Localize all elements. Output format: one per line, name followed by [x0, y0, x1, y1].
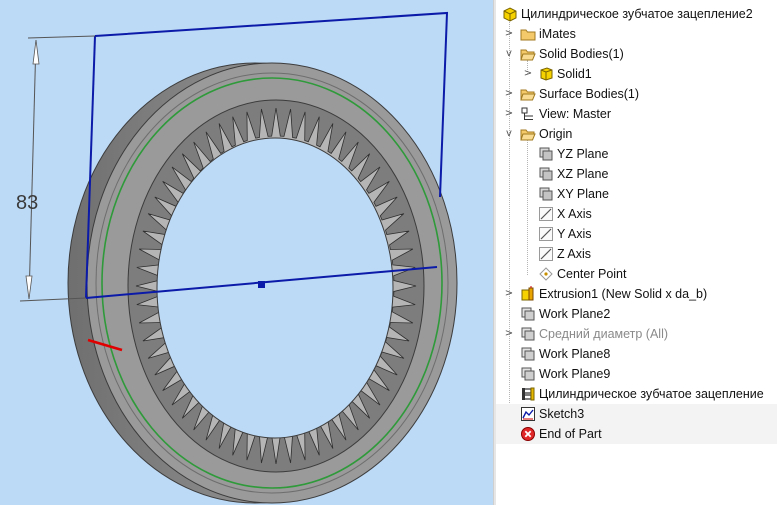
browser-item[interactable]: Work Plane2: [496, 304, 777, 324]
browser-item[interactable]: Sketch3: [496, 404, 777, 424]
browser-item[interactable]: YZ Plane: [496, 144, 777, 164]
collapse-chevron-icon[interactable]: v: [503, 124, 515, 144]
browser-item-label: Solid1: [557, 67, 592, 81]
browser-item-label: Цилиндрическое зубчатое зацепление2: [521, 7, 753, 21]
model-browser[interactable]: Цилиндрическое зубчатое зацепление2 > iMat…: [496, 0, 777, 505]
browser-item-label: XZ Plane: [557, 167, 609, 181]
browser-item-label: iMates: [539, 27, 576, 41]
browser-item[interactable]: > Extrusion1 (New Solid x da_b): [496, 284, 777, 304]
view-icon: [520, 106, 536, 122]
browser-item[interactable]: v Solid Bodies(1): [496, 44, 777, 64]
part-icon: [502, 6, 518, 22]
browser-item-label: Work Plane8: [539, 347, 611, 361]
browser-item-label: Center Point: [557, 267, 627, 281]
expand-chevron-icon[interactable]: >: [522, 64, 534, 84]
browser-item[interactable]: > Surface Bodies(1): [496, 84, 777, 104]
sketch-midpoint[interactable]: [258, 281, 265, 288]
dimension-extension-top: [27, 35, 96, 39]
browser-item-label: Origin: [539, 127, 573, 141]
browser-item-label: X Axis: [557, 207, 592, 221]
folder-open-icon: [520, 46, 536, 62]
expand-chevron-icon[interactable]: >: [503, 104, 515, 124]
browser-item[interactable]: Цилиндрическое зубчатое зацепление: [496, 384, 777, 404]
browser-item[interactable]: Work Plane8: [496, 344, 777, 364]
browser-item[interactable]: Цилиндрическое зубчатое зацепление2: [496, 4, 777, 24]
axis-icon: [538, 206, 554, 222]
solid-body-icon: [538, 66, 554, 82]
work-plane-icon: [520, 306, 536, 322]
browser-item-label: Цилиндрическое зубчатое зацепление: [539, 387, 764, 401]
axis-icon: [538, 226, 554, 242]
browser-item-label: Work Plane2: [539, 307, 611, 321]
browser-item[interactable]: X Axis: [496, 204, 777, 224]
browser-item-label: Y Axis: [557, 227, 592, 241]
end-of-part-icon: [520, 426, 536, 442]
point-icon: [538, 266, 554, 282]
folder-icon: [520, 26, 536, 42]
expand-chevron-icon[interactable]: >: [503, 324, 515, 344]
expand-chevron-icon[interactable]: >: [503, 24, 515, 44]
browser-item[interactable]: v Origin: [496, 124, 777, 144]
browser-item[interactable]: > Средний диаметр (All): [496, 324, 777, 344]
browser-item[interactable]: Work Plane9: [496, 364, 777, 384]
plane-icon: [538, 186, 554, 202]
folder-open-icon: [520, 86, 536, 102]
browser-item-label: View: Master: [539, 107, 612, 121]
browser-item[interactable]: > View: Master: [496, 104, 777, 124]
browser-item[interactable]: XZ Plane: [496, 164, 777, 184]
dimension-value[interactable]: 83: [16, 192, 38, 215]
expand-chevron-icon[interactable]: >: [503, 284, 515, 304]
browser-item[interactable]: End of Part: [496, 424, 777, 444]
plane-icon: [538, 166, 554, 182]
browser-item[interactable]: Center Point: [496, 264, 777, 284]
browser-item-label: XY Plane: [557, 187, 609, 201]
model-canvas[interactable]: [0, 0, 493, 505]
browser-item-label: Work Plane9: [539, 367, 611, 381]
expand-chevron-icon[interactable]: >: [503, 84, 515, 104]
plane-icon: [538, 146, 554, 162]
work-plane-icon: [520, 346, 536, 362]
browser-item[interactable]: > Solid1: [496, 64, 777, 84]
browser-item[interactable]: Z Axis: [496, 244, 777, 264]
graphics-viewport[interactable]: 83: [0, 0, 493, 505]
collapse-chevron-icon[interactable]: v: [503, 44, 515, 64]
browser-item-label: Solid Bodies(1): [539, 47, 624, 61]
browser-item-label: Z Axis: [557, 247, 592, 261]
browser-item-label: Средний диаметр (All): [539, 327, 669, 341]
folder-open-icon: [520, 126, 536, 142]
browser-item[interactable]: > iMates: [496, 24, 777, 44]
dimension-line: [28, 39, 37, 300]
dimension-arrow-bottom: [25, 275, 33, 300]
browser-item-label: End of Part: [539, 427, 602, 441]
browser-item-label: YZ Plane: [557, 147, 609, 161]
browser-item[interactable]: XY Plane: [496, 184, 777, 204]
work-plane-icon: [520, 326, 536, 342]
gear-feature-icon: [520, 386, 536, 402]
axis-icon: [538, 246, 554, 262]
sketch-icon: [520, 406, 536, 422]
browser-item-label: Sketch3: [539, 407, 585, 421]
dimension-arrow-top: [32, 39, 40, 65]
work-plane-icon: [520, 366, 536, 382]
extrusion-icon: [520, 286, 536, 302]
browser-item[interactable]: Y Axis: [496, 224, 777, 244]
browser-item-label: Surface Bodies(1): [539, 87, 640, 101]
browser-item-label: Extrusion1 (New Solid x da_b): [539, 287, 708, 301]
